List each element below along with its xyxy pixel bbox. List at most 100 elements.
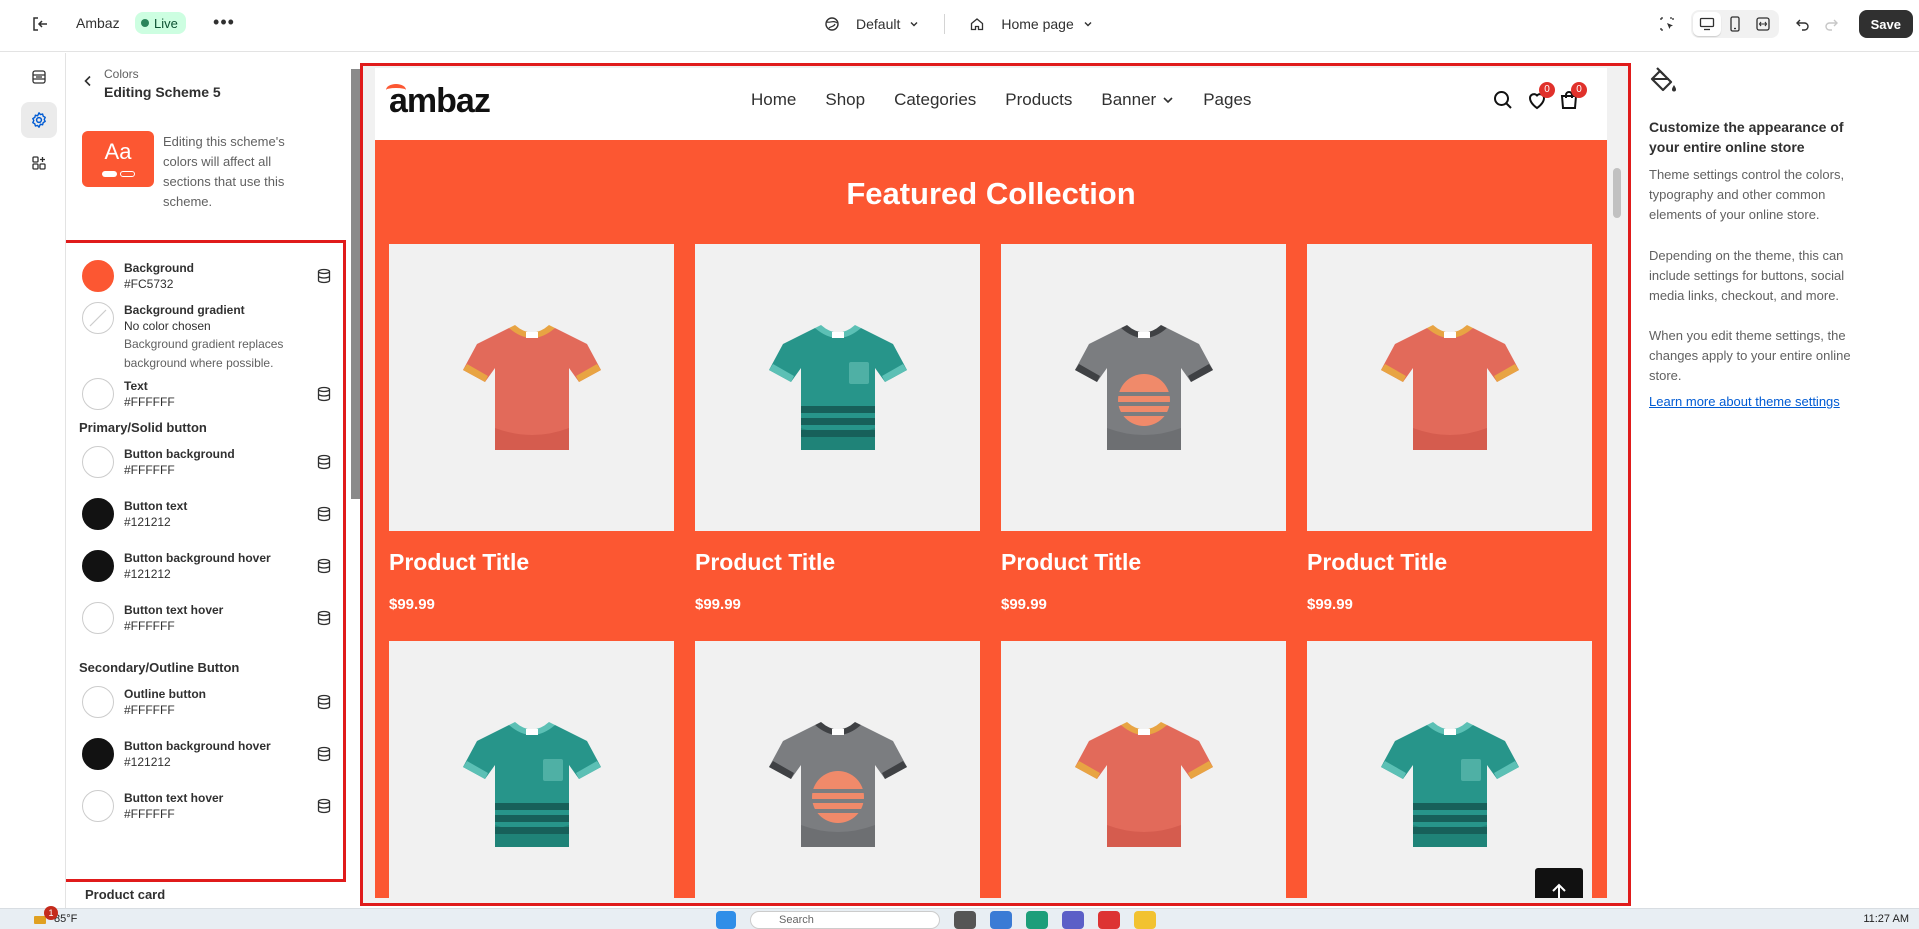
product-card[interactable]: [1001, 641, 1286, 898]
product-image[interactable]: [1307, 641, 1592, 898]
product-image[interactable]: [389, 244, 674, 531]
product-card[interactable]: Product Title $99.99: [1307, 244, 1592, 613]
coral-tshirt-icon: [457, 318, 607, 458]
database-icon[interactable]: [315, 453, 333, 471]
taskbar-search[interactable]: Search: [750, 911, 940, 929]
color-swatch-empty[interactable]: [82, 302, 114, 334]
color-value: #FFFFFF: [124, 807, 175, 821]
copilot-icon[interactable]: [990, 911, 1012, 929]
teams-icon[interactable]: [1062, 911, 1084, 929]
color-swatch[interactable]: [82, 498, 114, 530]
cart-count-badge: 0: [1571, 82, 1587, 98]
color-swatch[interactable]: [82, 602, 114, 634]
color-swatch[interactable]: [82, 790, 114, 822]
theme-settings-gear-icon[interactable]: [21, 102, 57, 138]
sidebar-rail: [12, 53, 66, 908]
database-icon[interactable]: [315, 693, 333, 711]
color-value: #FC5732: [124, 277, 174, 291]
scheme-preview-card: Aa: [82, 131, 154, 187]
preview-scrollbar[interactable]: [1611, 68, 1623, 898]
color-swatch[interactable]: [82, 550, 114, 582]
nav-shop[interactable]: Shop: [825, 90, 865, 110]
color-swatch[interactable]: [82, 738, 114, 770]
inspector-icon[interactable]: [1653, 10, 1681, 38]
windows-start-icon[interactable]: [716, 911, 736, 929]
task-view-icon[interactable]: [954, 911, 976, 929]
database-icon[interactable]: [315, 797, 333, 815]
paint-bucket-icon: [1650, 67, 1676, 92]
store-logo[interactable]: ambaz: [386, 82, 491, 122]
teal-tshirt-icon: [457, 715, 607, 855]
scheme-solid-pill: [102, 171, 117, 177]
live-status-label: Live: [154, 15, 178, 31]
product-image[interactable]: [1307, 244, 1592, 531]
nav-products[interactable]: Products: [1005, 90, 1072, 110]
back-chevron-icon[interactable]: [80, 73, 96, 89]
redo-icon[interactable]: [1817, 10, 1845, 38]
product-title[interactable]: Product Title: [389, 549, 674, 576]
page-selector[interactable]: Home page: [959, 16, 1103, 32]
file-explorer-icon[interactable]: [1134, 911, 1156, 929]
product-image[interactable]: [695, 244, 980, 531]
chrome-icon[interactable]: [1098, 911, 1120, 929]
color-swatch[interactable]: [82, 686, 114, 718]
teal-tshirt-icon: [1375, 715, 1525, 855]
fullscreen-view-icon[interactable]: [1749, 12, 1777, 36]
more-actions-button[interactable]: •••: [212, 12, 236, 36]
logo-swoosh: [386, 84, 406, 96]
status-dot: [141, 19, 149, 27]
nav-categories[interactable]: Categories: [894, 90, 976, 110]
product-title[interactable]: Product Title: [695, 549, 980, 576]
teal-tshirt-icon: [763, 318, 913, 458]
database-icon[interactable]: [315, 385, 333, 403]
color-swatch[interactable]: [82, 260, 114, 292]
nav-pages[interactable]: Pages: [1203, 90, 1251, 110]
os-taskbar: 85°F 1 Search 11:27 AM: [0, 906, 1919, 929]
color-label: Outline button: [124, 687, 206, 701]
color-label: Button text hover: [124, 791, 224, 805]
product-card[interactable]: Product Title $99.99: [1001, 244, 1286, 613]
product-price: $99.99: [1307, 596, 1353, 613]
product-image[interactable]: [389, 641, 674, 898]
product-card[interactable]: [389, 641, 674, 898]
product-title[interactable]: Product Title: [1307, 549, 1592, 576]
mobile-view-icon[interactable]: [1721, 12, 1749, 36]
scrollbar-thumb[interactable]: [1613, 168, 1621, 218]
database-icon[interactable]: [315, 505, 333, 523]
database-icon[interactable]: [315, 557, 333, 575]
product-image[interactable]: [695, 641, 980, 898]
theme-selector[interactable]: Default: [814, 16, 930, 32]
back-to-top-button[interactable]: [1535, 868, 1583, 898]
info-title: Customize the appearance of your entire …: [1649, 119, 1844, 155]
product-card[interactable]: Product Title $99.99: [389, 244, 674, 613]
product-image[interactable]: [1001, 641, 1286, 898]
product-card[interactable]: [695, 641, 980, 898]
product-card[interactable]: [1307, 641, 1592, 898]
edge-icon[interactable]: [1026, 911, 1048, 929]
info-paragraph: Depending on the theme, this can include…: [1649, 248, 1845, 303]
product-image[interactable]: [1001, 244, 1286, 531]
section-heading-primary: Primary/Solid button: [79, 420, 207, 435]
product-price: $99.99: [389, 596, 435, 613]
sections-icon[interactable]: [21, 59, 57, 95]
save-button[interactable]: Save: [1858, 10, 1913, 38]
color-swatch[interactable]: [82, 446, 114, 478]
exit-icon[interactable]: [28, 12, 52, 36]
product-title[interactable]: Product Title: [1001, 549, 1286, 576]
nav-banner[interactable]: Banner: [1101, 90, 1174, 110]
app-embeds-icon[interactable]: [21, 145, 57, 181]
desktop-view-icon[interactable]: [1692, 12, 1721, 36]
undo-icon[interactable]: [1789, 10, 1817, 38]
featured-collection-section: Featured Collection Product Title $99.99…: [375, 140, 1607, 898]
database-icon[interactable]: [315, 745, 333, 763]
color-label: Button text: [124, 499, 188, 513]
database-icon[interactable]: [315, 267, 333, 285]
product-card[interactable]: Product Title $99.99: [695, 244, 980, 613]
database-icon[interactable]: [315, 609, 333, 627]
store-preview[interactable]: ambaz Home Shop Categories Products Bann…: [375, 68, 1607, 898]
color-swatch[interactable]: [82, 378, 114, 410]
learn-more-link[interactable]: Learn more about theme settings: [1649, 394, 1840, 409]
search-icon[interactable]: [1491, 88, 1515, 112]
nav-home[interactable]: Home: [751, 90, 796, 110]
section-heading-secondary: Secondary/Outline Button: [79, 660, 240, 675]
